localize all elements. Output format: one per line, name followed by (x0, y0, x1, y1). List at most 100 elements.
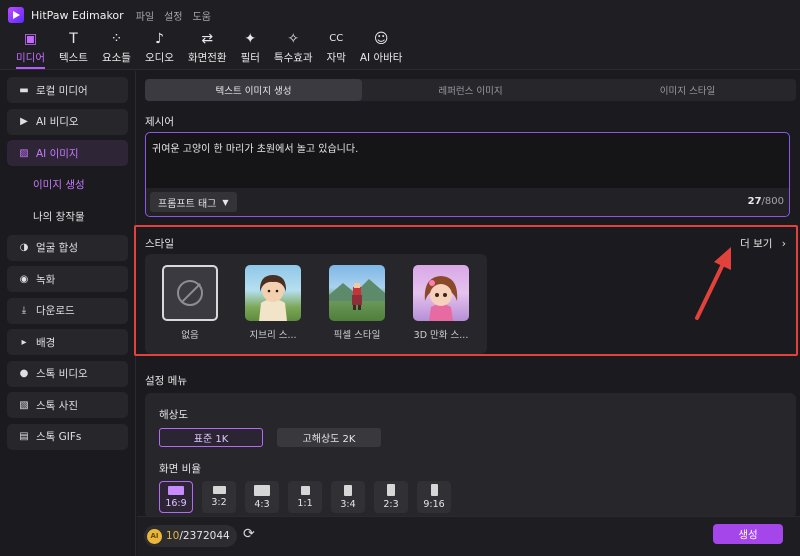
main-panel: 텍스트 이미지 생성 레퍼런스 이미지 이미지 스타일 제시어 귀여운 고양이 … (134, 71, 800, 521)
ratio-3-4[interactable]: 3:4 (331, 481, 365, 513)
style-card-3d-toon[interactable]: 3D 만화 스... (413, 265, 469, 341)
sidebar: ▬ 로컬 미디어 ▶ AI 비디오 ▨ AI 이미지 이미지 생성 나의 창작물… (0, 71, 136, 556)
coin-icon: AI (147, 528, 162, 544)
style-thumb-none (162, 265, 218, 321)
resolution-high-2k[interactable]: 고해상도 2K (277, 428, 381, 447)
tool-text[interactable]: T 텍스트 (53, 31, 94, 69)
sidebar-item-face-swap[interactable]: ◑ 얼굴 합성 (7, 234, 128, 261)
ratio-2-3[interactable]: 2:3 (374, 481, 408, 513)
sidebar-item-download[interactable]: ⤓ 다운로드 (7, 297, 128, 324)
bottom-bar: AI 10 /2372044 ⟳ 생성 (137, 516, 800, 556)
ratio-16-9[interactable]: 16:9 (159, 481, 193, 513)
transition-icon: ⇄ (201, 31, 214, 47)
style-card-label: 3D 만화 스... (413, 330, 469, 341)
ghibli-girl-illustration (259, 275, 287, 321)
sidebar-item-local-media[interactable]: ▬ 로컬 미디어 (7, 77, 128, 103)
pixel-character-illustration (329, 279, 385, 310)
menu-file[interactable]: 파일 (136, 8, 154, 23)
ratio-1-1[interactable]: 1:1 (288, 481, 322, 513)
tool-subtitle[interactable]: CC 자막 (321, 31, 352, 69)
tool-audio[interactable]: ♪ 오디오 (139, 31, 180, 69)
stock-video-icon: ● (19, 368, 29, 379)
ratio-shape-icon (254, 484, 270, 496)
sidebar-item-label: 얼굴 합성 (36, 242, 78, 254)
ratio-label: 2:3 (383, 499, 399, 510)
tool-filter[interactable]: ✦ 필터 (235, 31, 266, 69)
ratio-4-3[interactable]: 4:3 (245, 481, 279, 513)
sidebar-item-ai-video[interactable]: ▶ AI 비디오 (7, 108, 128, 135)
download-icon: ⤓ (21, 305, 27, 316)
sidebar-item-background[interactable]: ▸ 배경 (7, 329, 128, 355)
sidebar-item-label: AI 이미지 (36, 147, 79, 160)
ratio-shape-icon (212, 486, 226, 494)
app-title: HitPaw Edimakor (31, 8, 124, 22)
tool-effects[interactable]: ✧ 특수효과 (268, 31, 319, 69)
ratio-label: 3:4 (340, 498, 356, 510)
face-swap-icon: ◑ (19, 242, 29, 253)
style-card-label: 지브리 스... (249, 330, 297, 341)
prompt-footer: 프롬프트 태그 ▼ 27/800 (146, 188, 789, 216)
generate-button[interactable]: 생성 (713, 524, 783, 544)
style-card-ghibli[interactable]: 지브리 스... (245, 265, 301, 341)
char-count: 27 (747, 196, 762, 207)
char-counter: 27/800 (748, 196, 784, 207)
more-styles-link[interactable]: 더 보기 › (740, 236, 786, 251)
credits-badge: AI 10 /2372044 (144, 525, 237, 547)
sidebar-subitem-my-creations[interactable]: 나의 창작물 (7, 203, 128, 229)
sidebar-item-label: 배경 (36, 336, 56, 349)
ratio-shape-icon (300, 485, 310, 495)
more-label: 더 보기 (740, 238, 773, 250)
credits-total: /2372044 (179, 530, 230, 542)
tab-text-to-image[interactable]: 텍스트 이미지 생성 (145, 79, 362, 101)
tab-image-style[interactable]: 이미지 스타일 (579, 79, 796, 101)
text-icon: T (69, 31, 78, 47)
sidebar-item-stock-photo[interactable]: ▧ 스톡 사진 (7, 392, 128, 418)
prompt-input[interactable]: 귀여운 고양이 한 마리가 초원에서 놀고 있습니다. 프롬프트 태그 ▼ 27… (145, 132, 790, 217)
refresh-icon[interactable]: ⟳ (243, 526, 255, 542)
tool-label: 자막 (326, 52, 346, 64)
resolution-label: 해상도 (159, 409, 188, 421)
sidebar-item-record[interactable]: ◉ 녹화 (7, 266, 128, 292)
filter-icon: ✦ (244, 31, 257, 47)
sidebar-item-stock-gifs[interactable]: ▤ 스톡 GIFs (7, 423, 128, 450)
resolution-standard-1k[interactable]: 표준 1K (159, 428, 263, 447)
ai-avatar-icon: ☺ (373, 31, 389, 47)
sidebar-item-label: AI 비디오 (36, 116, 79, 128)
sidebar-item-label: 녹화 (36, 273, 56, 286)
credits-used: 10 (166, 530, 180, 542)
tool-media[interactable]: ▣ 미디어 (10, 31, 51, 69)
elements-icon: ⁘ (110, 31, 123, 47)
prompt-tag-button[interactable]: 프롬프트 태그 ▼ (150, 192, 237, 212)
tool-label: 요소들 (101, 52, 131, 64)
sidebar-item-ai-image[interactable]: ▨ AI 이미지 (7, 140, 128, 166)
ratio-label: 4:3 (254, 498, 270, 510)
sidebar-item-label: 스톡 사진 (36, 399, 78, 412)
tool-transition[interactable]: ⇄ 화면전환 (182, 31, 233, 69)
style-card-pixel[interactable]: 픽셀 스타일 (329, 265, 385, 341)
ratio-label: 3:2 (211, 497, 227, 508)
gif-icon: ▤ (19, 431, 29, 442)
subtitle-icon: CC (329, 33, 344, 44)
tab-reference-image[interactable]: 레퍼런스 이미지 (362, 79, 579, 101)
ratio-3-2[interactable]: 3:2 (202, 481, 236, 513)
sidebar-item-label: 다운로드 (36, 305, 75, 317)
menu-settings[interactable]: 설정 (164, 8, 182, 23)
menu-help[interactable]: 도움 (193, 8, 211, 23)
folder-icon: ▬ (19, 84, 29, 96)
tool-label: 오디오 (144, 52, 174, 64)
style-card-none[interactable]: 없음 (162, 265, 218, 341)
ratio-9-16[interactable]: 9:16 (417, 481, 451, 513)
app-logo-icon (8, 7, 24, 23)
tool-elements[interactable]: ⁘ 요소들 (96, 31, 137, 69)
sidebar-subitem-image-generate[interactable]: 이미지 생성 (7, 172, 128, 198)
sidebar-item-stock-video[interactable]: ● 스톡 비디오 (7, 360, 128, 387)
toon-girl-illustration (424, 276, 458, 321)
ratio-shape-icon (430, 484, 438, 496)
ghibli-style-thumbnail (245, 265, 301, 321)
chevron-right-icon: › (781, 238, 786, 250)
prompt-text[interactable]: 귀여운 고양이 한 마리가 초원에서 놀고 있습니다. (152, 140, 358, 155)
settings-panel: 해상도 표준 1K 고해상도 2K 화면 비율 16:9 3:2 4:3 1:1… (145, 393, 796, 518)
tool-ai-avatar[interactable]: ☺ AI 아바타 (354, 31, 409, 69)
title-bar: HitPaw Edimakor 파일 설정 도움 (0, 0, 800, 30)
ratio-label: 16:9 (165, 497, 187, 509)
